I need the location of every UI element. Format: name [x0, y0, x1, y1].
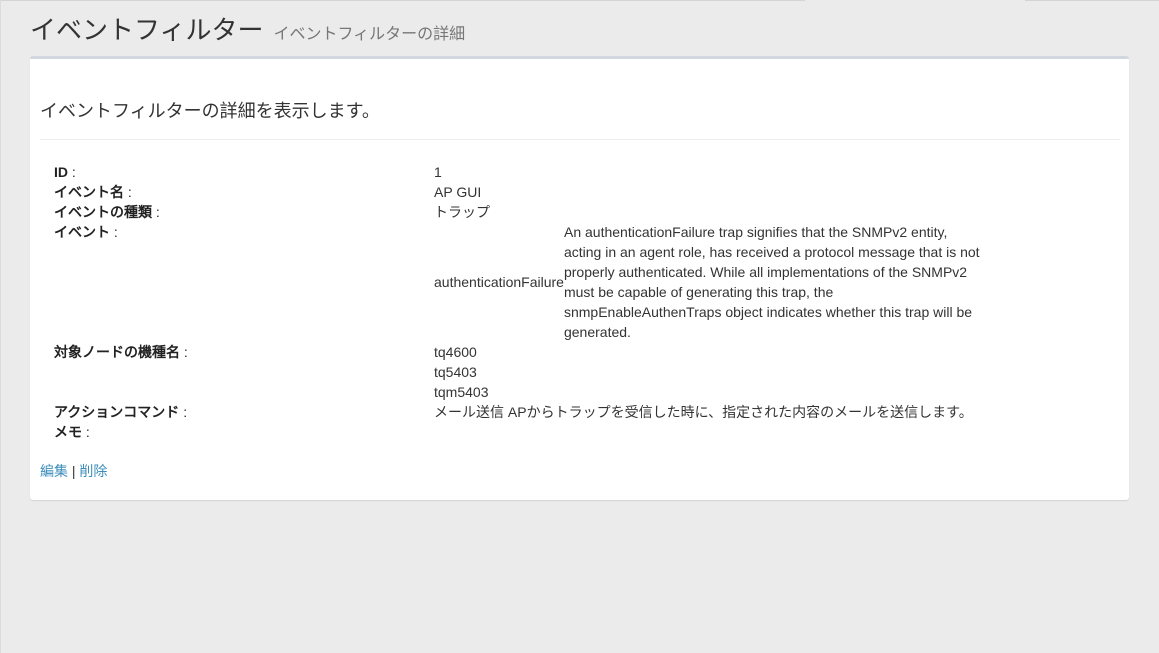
detail-row-memo: メモ :	[48, 422, 984, 442]
panel-divider	[40, 139, 1120, 140]
detail-row-event-type: イベントの種類 : トラップ	[48, 202, 984, 222]
page-title: イベントフィルター	[30, 15, 264, 45]
target-node-item: tq4600	[434, 344, 477, 360]
detail-label-event: イベント :	[48, 222, 434, 342]
page-header: イベントフィルター イベントフィルターの詳細	[30, 10, 465, 47]
label-colon: :	[180, 344, 188, 360]
detail-row-id: ID : 1	[48, 162, 984, 182]
target-node-item: tq5403	[434, 364, 477, 380]
detail-label-event-name: イベント名 :	[48, 182, 434, 202]
action-links: 編集 | 削除	[40, 461, 107, 481]
detail-row-event-name: イベント名 : AP GUI	[48, 182, 984, 202]
event-trap-name: authenticationFailure	[434, 274, 564, 290]
top-frame-line-right	[1025, 0, 1159, 1]
detail-value-event: authenticationFailure An authenticationF…	[434, 222, 984, 342]
detail-value-event-type: トラップ	[434, 204, 490, 220]
panel-lead-text: イベントフィルターの詳細を表示します。	[40, 101, 380, 121]
detail-panel: イベントフィルターの詳細を表示します。 ID : 1 イベント名 : AP GU…	[30, 56, 1129, 500]
detail-row-event: イベント : authenticationFailure An authenti…	[48, 222, 984, 342]
label-colon: :	[110, 224, 118, 240]
label-colon: :	[68, 164, 76, 180]
detail-value-event-name: AP GUI	[434, 184, 482, 200]
label-colon: :	[152, 204, 160, 220]
detail-row-action-command: アクションコマンド : メール送信 APからトラップを受信した時に、指定された内…	[48, 402, 984, 422]
detail-row-target-nodes: 対象ノードの機種名 : tq4600 tq5403 tqm5403	[48, 342, 984, 402]
detail-label-id: ID :	[48, 162, 434, 182]
event-detail-table: authenticationFailure An authenticationF…	[434, 222, 984, 342]
label-text: ID	[54, 164, 68, 180]
label-colon: :	[124, 184, 132, 200]
detail-table: ID : 1 イベント名 : AP GUI イベントの種類 : トラップ イベン…	[48, 162, 984, 442]
detail-label-target-nodes: 対象ノードの機種名 :	[48, 342, 434, 402]
link-separator: |	[68, 463, 80, 479]
target-node-item: tqm5403	[434, 384, 489, 400]
detail-value-id: 1	[434, 164, 442, 180]
label-text: イベント名	[54, 184, 124, 200]
detail-value-target-nodes: tq4600 tq5403 tqm5403	[434, 342, 984, 402]
page-subtitle: イベントフィルターの詳細	[273, 26, 466, 43]
event-trap-description: An authenticationFailure trap signifies …	[563, 224, 980, 340]
edit-link[interactable]: 編集	[40, 463, 68, 479]
detail-label-action-command: アクションコマンド :	[48, 402, 434, 422]
detail-value-action-command: メール送信 APからトラップを受信した時に、指定された内容のメールを送信します。	[434, 404, 973, 420]
left-frame-edge	[0, 0, 1, 653]
label-text: 対象ノードの機種名	[54, 344, 180, 360]
detail-label-event-type: イベントの種類 :	[48, 202, 434, 222]
label-text: メモ	[54, 424, 82, 440]
label-colon: :	[82, 424, 90, 440]
detail-value-memo	[434, 422, 984, 442]
label-text: イベントの種類	[54, 204, 152, 220]
top-frame-line	[0, 0, 805, 1]
label-text: アクションコマンド	[54, 404, 180, 420]
label-text: イベント	[54, 224, 110, 240]
detail-label-memo: メモ :	[48, 422, 434, 442]
label-colon: :	[179, 404, 188, 420]
delete-link[interactable]: 削除	[79, 463, 107, 479]
